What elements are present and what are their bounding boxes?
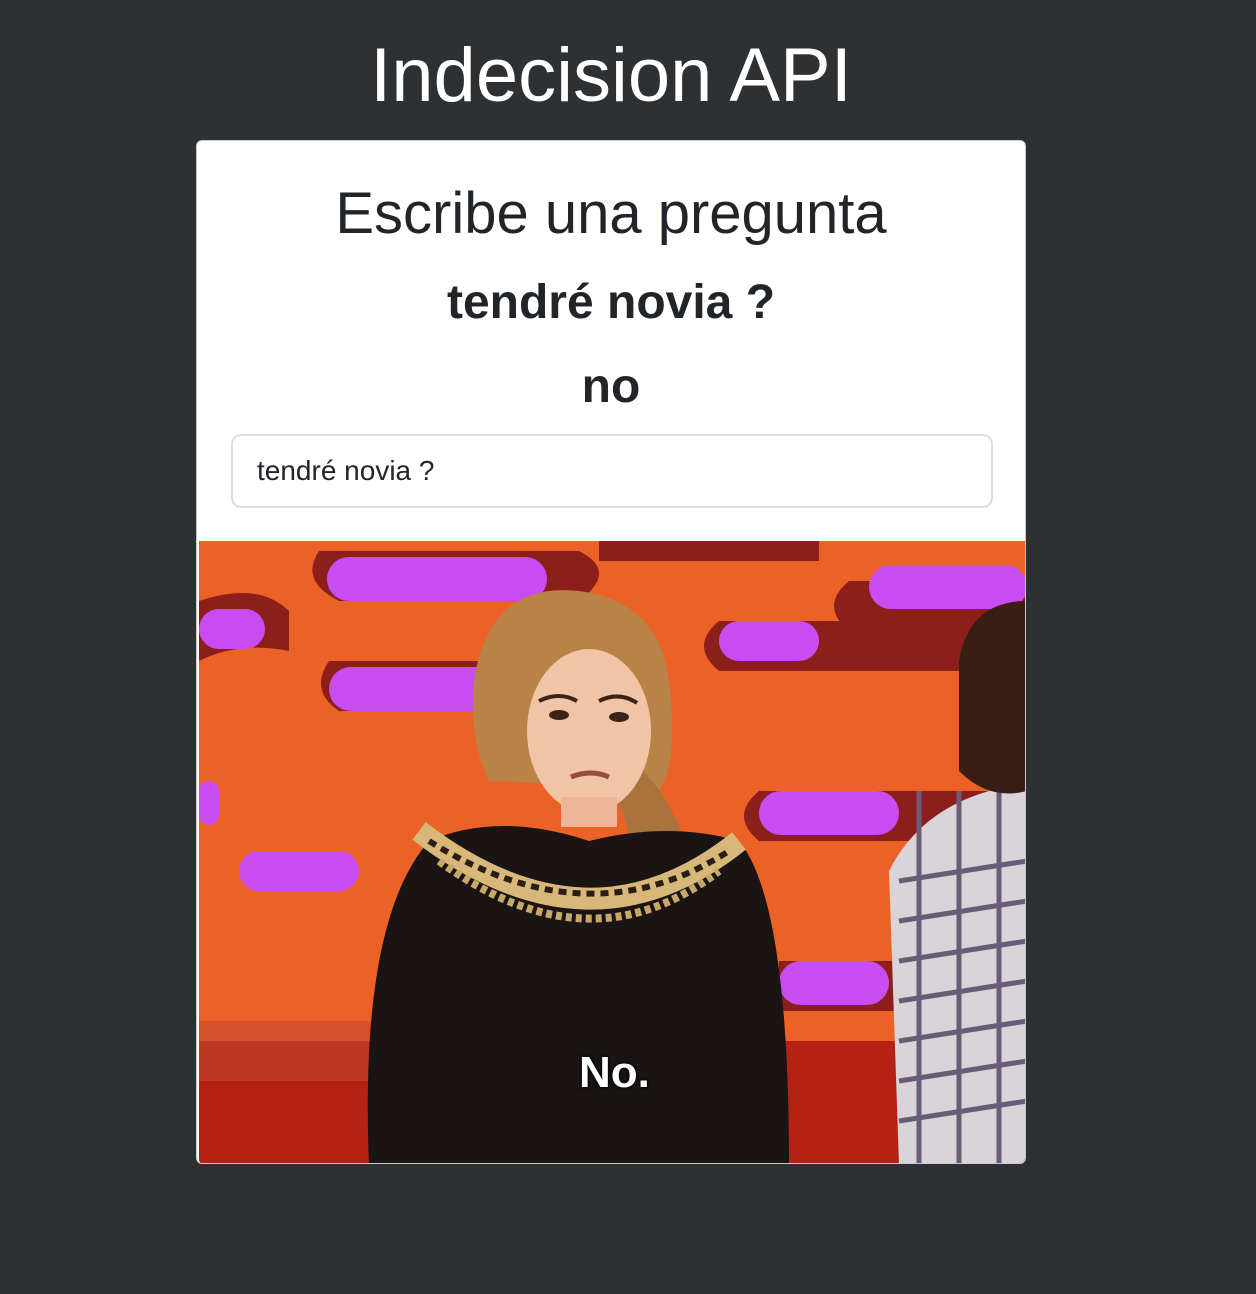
image-caption: No.	[579, 1048, 650, 1097]
question-echo: tendré novia ?	[446, 276, 776, 329]
question-card: Escribe una pregunta tendré novia ? no t…	[196, 140, 1026, 1164]
app-title: Indecision API	[370, 33, 852, 118]
answer-gif-image: No.	[199, 541, 1025, 1163]
card-heading: Escribe una pregunta	[335, 181, 887, 246]
question-input[interactable]	[231, 434, 993, 508]
answer-text: no	[581, 360, 641, 413]
